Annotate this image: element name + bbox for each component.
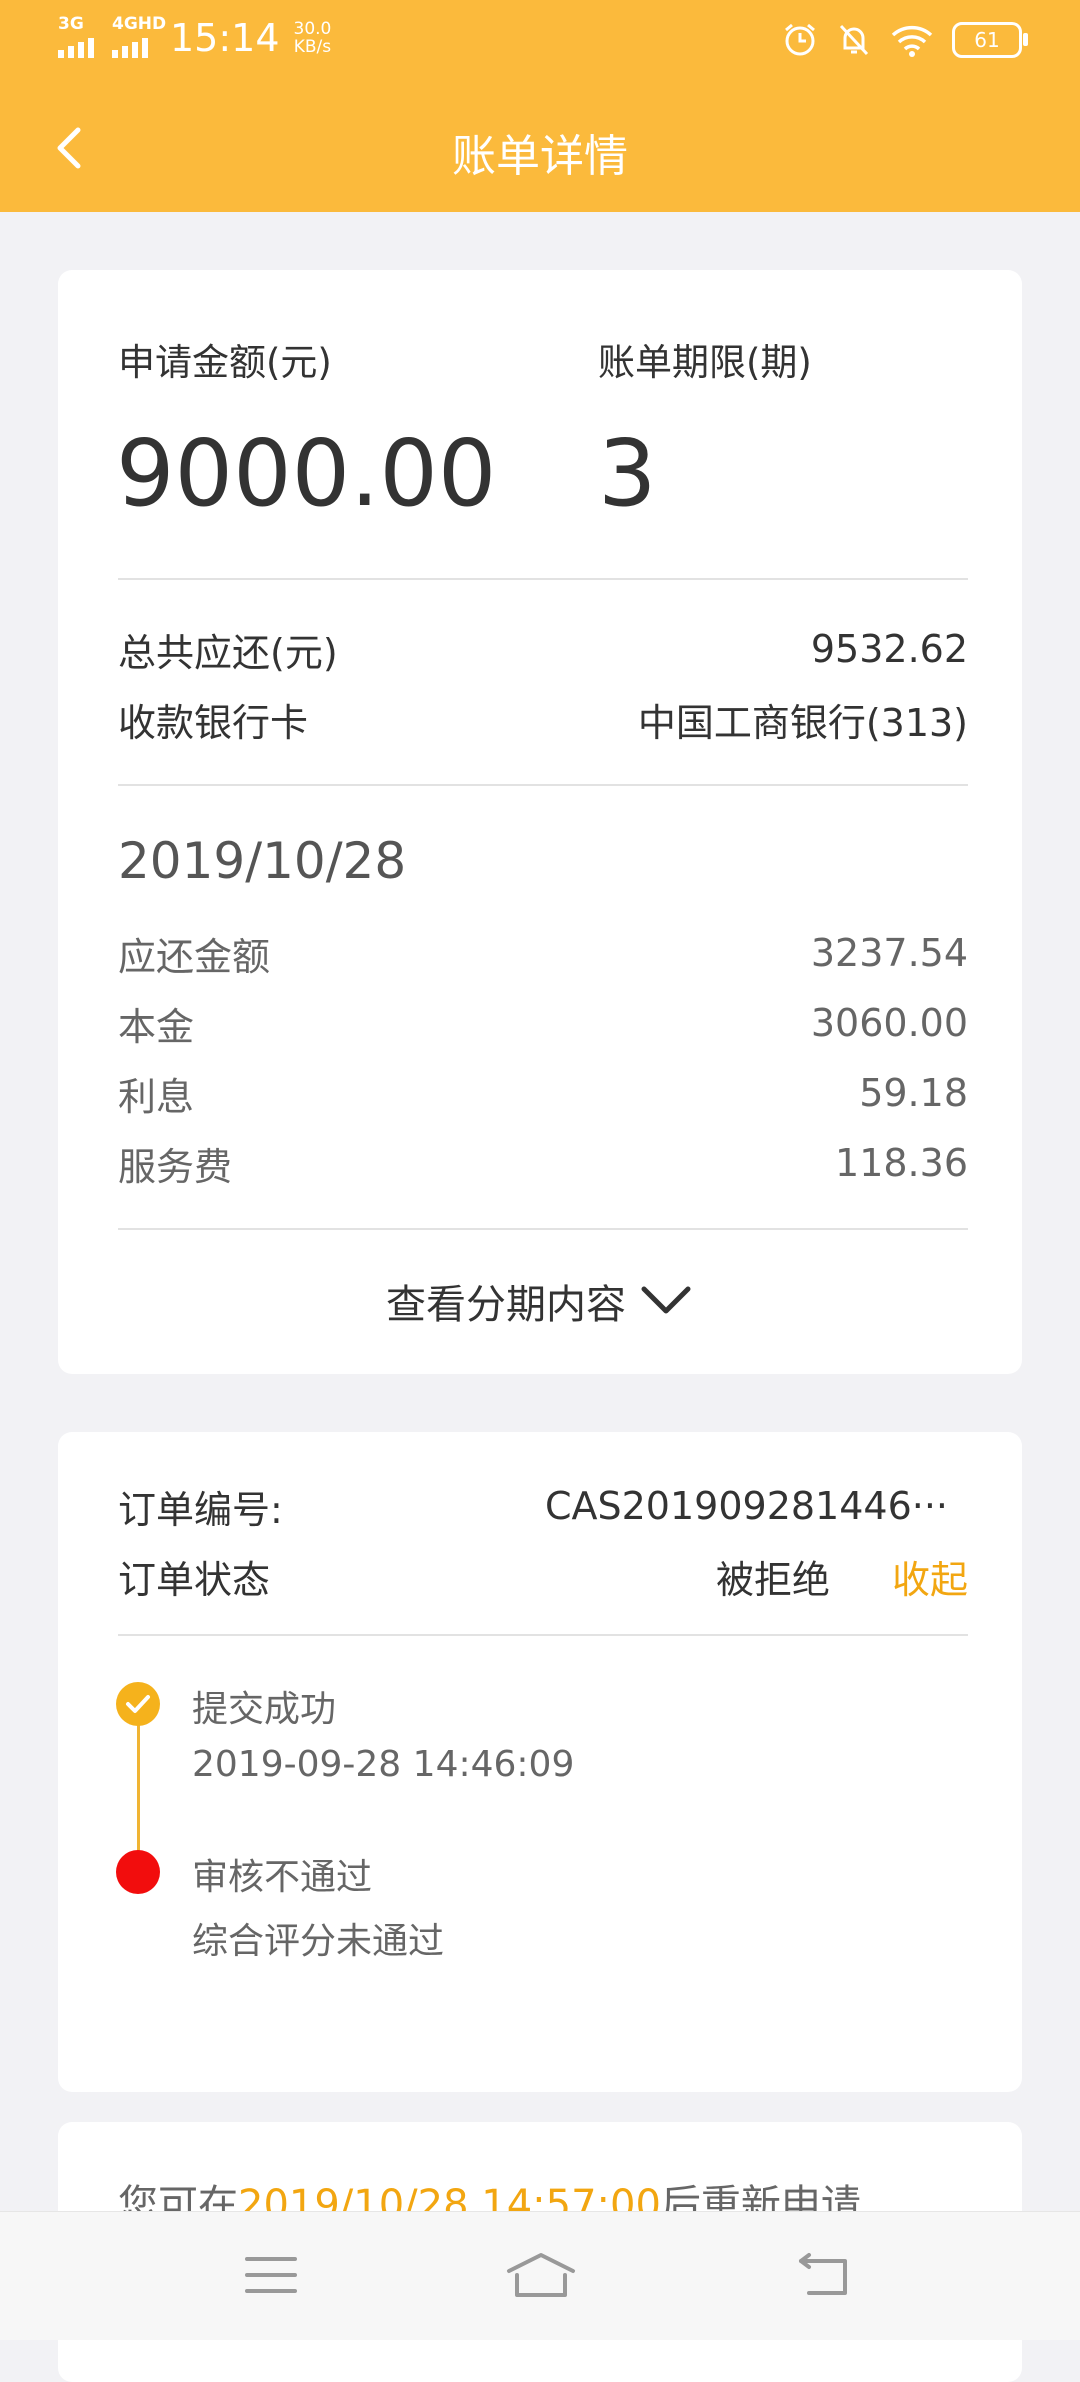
bank-value: 中国工商银行(313) xyxy=(637,700,968,745)
view-installments-button[interactable]: 查看分期内容 xyxy=(58,1272,1022,1330)
check-circle-icon xyxy=(116,1682,160,1726)
apply-amount-label: 申请金额(元) xyxy=(118,341,332,384)
divider xyxy=(118,1228,968,1230)
installment-row: 本金 3060.00 xyxy=(118,998,968,1049)
installment-value: 59.18 xyxy=(859,1071,968,1115)
battery-icon: 61 xyxy=(952,22,1028,58)
timeline-detail: 综合评分未通过 xyxy=(192,1921,445,1962)
divider xyxy=(118,1634,968,1636)
collapse-button[interactable]: 收起 xyxy=(892,1549,968,1604)
back-nav-icon[interactable] xyxy=(778,2240,868,2310)
installment-value: 118.36 xyxy=(835,1141,968,1185)
order-status-row: 订单状态 被拒绝 收起 xyxy=(118,1548,968,1604)
total-label: 总共应还(元) xyxy=(118,630,338,675)
term-value: 3 xyxy=(598,420,657,527)
installment-label: 利息 xyxy=(118,1074,195,1119)
installment-row: 服务费 118.36 xyxy=(118,1138,968,1189)
rate-unit: KB/s xyxy=(293,37,332,57)
alarm-icon xyxy=(785,23,815,56)
signal1-label: 3G xyxy=(58,14,84,34)
signal-4g-icon: 4GHD xyxy=(112,14,166,58)
chevron-down-icon xyxy=(641,1286,691,1314)
installment-label: 服务费 xyxy=(118,1144,233,1189)
installment-value: 3237.54 xyxy=(810,931,968,975)
rate-value: 30.0 xyxy=(293,19,332,39)
total-value: 9532.62 xyxy=(810,627,968,671)
timeline-line xyxy=(137,1720,140,1860)
order-number-value: CAS201909281446··· xyxy=(544,1484,948,1528)
signal-3g-icon: 3G xyxy=(58,14,98,58)
order-number-row: 订单编号: CAS201909281446··· xyxy=(118,1478,968,1534)
battery-level: 61 xyxy=(974,28,1000,52)
installment-row: 应还金额 3237.54 xyxy=(118,928,968,979)
installment-label: 本金 xyxy=(118,1004,195,1049)
order-number-label: 订单编号: xyxy=(118,1487,283,1532)
menu-icon[interactable] xyxy=(226,2240,316,2310)
term-label: 账单期限(期) xyxy=(598,341,812,384)
bank-label: 收款银行卡 xyxy=(118,700,309,745)
network-rate: 30.0 KB/s xyxy=(294,20,332,56)
signal2-label: 4GHD xyxy=(112,14,167,34)
installment-date: 2019/10/28 xyxy=(118,832,407,890)
installment-label: 应还金额 xyxy=(118,934,271,979)
timeline-title: 审核不通过 xyxy=(192,1857,373,1898)
bank-row: 收款银行卡 中国工商银行(313) xyxy=(118,694,968,745)
total-row: 总共应还(元) 9532.62 xyxy=(118,624,968,675)
status-bar: 3G 4GHD 15:14 30.0 KB/s 61 xyxy=(0,0,1080,84)
title-bar: 账单详情 xyxy=(0,84,1080,212)
system-nav-bar xyxy=(0,2211,1080,2340)
installment-value: 3060.00 xyxy=(810,1001,968,1045)
bill-summary-card: 申请金额(元) 账单期限(期) 9000.00 3 总共应还(元) 9532.6… xyxy=(58,270,1022,1374)
clock: 15:14 xyxy=(170,16,280,60)
timeline-detail: 2019-09-28 14:46:09 xyxy=(192,1744,575,1785)
home-icon[interactable] xyxy=(496,2240,586,2310)
page-title: 账单详情 xyxy=(452,131,628,182)
apply-amount-value: 9000.00 xyxy=(116,420,497,527)
mute-bell-icon xyxy=(839,24,869,56)
timeline-title: 提交成功 xyxy=(192,1689,337,1730)
order-status-value: 被拒绝 xyxy=(715,1557,830,1602)
wifi-icon xyxy=(891,25,933,57)
divider xyxy=(118,578,968,580)
installment-row: 利息 59.18 xyxy=(118,1068,968,1119)
reject-dot-icon xyxy=(116,1850,160,1894)
order-card: 订单编号: CAS201909281446··· 订单状态 被拒绝 收起 提交成… xyxy=(58,1432,1022,2092)
view-installments-label: 查看分期内容 xyxy=(386,1282,626,1328)
order-status-label: 订单状态 xyxy=(118,1557,271,1602)
divider xyxy=(118,784,968,786)
